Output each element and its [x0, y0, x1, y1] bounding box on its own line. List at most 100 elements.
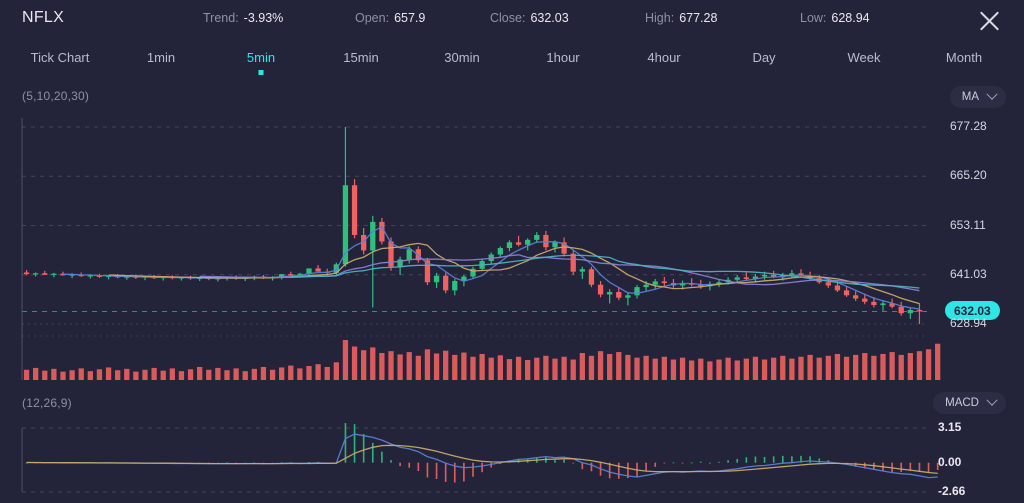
close-icon[interactable]: [974, 6, 1004, 36]
volume-bar: [233, 368, 239, 380]
candle: [916, 309, 923, 312]
stat-open-value: 657.9: [394, 11, 426, 25]
volume-bar: [260, 366, 267, 380]
candle: [898, 306, 904, 314]
candle: [652, 281, 658, 285]
volume-bar: [105, 367, 112, 380]
macd-hist-bar: [563, 459, 565, 463]
candle: [497, 248, 503, 255]
ma-indicator-button[interactable]: MA: [949, 86, 1006, 108]
volume-bar: [370, 347, 376, 380]
macd-hist-bar: [736, 458, 739, 463]
candle: [661, 281, 667, 284]
tab-30min[interactable]: 30min: [444, 50, 479, 65]
stat-close-label: Close:: [490, 11, 526, 25]
volume-bar: [853, 354, 859, 380]
volume-bar: [78, 368, 84, 380]
stat-low-label: Low:: [800, 11, 827, 25]
candle: [525, 239, 531, 245]
stat-high-label: High:: [645, 11, 675, 25]
volume-bar: [415, 355, 421, 380]
stat-close-value: 632.03: [530, 11, 569, 25]
ma-indicator-label: MA: [961, 91, 979, 103]
tab-week[interactable]: Week: [848, 50, 881, 65]
stat-close: Close: 632.03: [490, 11, 569, 25]
macd-hist-bar: [672, 462, 675, 464]
volume-bar: [807, 354, 813, 380]
volume-bar: [470, 356, 476, 380]
volume-bar: [206, 369, 212, 380]
tab-15min[interactable]: 15min: [343, 50, 378, 65]
macd-hist-bar: [608, 462, 611, 479]
volume-bar: [925, 349, 932, 380]
macd-hist-bar: [399, 462, 401, 467]
macd-hist-bar: [353, 424, 356, 463]
volume-bar: [689, 360, 695, 380]
header-bar: NFLX Trend: -3.93% Open: 657.9 Close: 632.0…: [0, 0, 1024, 40]
volume-bar: [670, 359, 677, 380]
macd-hist-bar: [745, 457, 748, 463]
macd-hist-bar: [690, 462, 693, 464]
volume-bar: [752, 356, 759, 380]
candle: [734, 277, 740, 280]
ma-params-label: (5,10,20,30): [22, 89, 90, 103]
volume-bar: [479, 353, 485, 380]
volume-bar: [269, 369, 276, 380]
volume-bar: [570, 359, 576, 380]
volume-bar: [789, 358, 795, 380]
volume-bar: [333, 362, 339, 380]
candle: [443, 275, 449, 291]
volume-bar: [661, 356, 667, 380]
candle: [515, 242, 522, 245]
volume-bar: [151, 367, 157, 380]
candle: [506, 242, 513, 249]
macd-tick-label: 3.15: [938, 420, 962, 434]
price-tick-label: 653.11: [950, 217, 986, 232]
stat-low-value: 628.94: [831, 11, 870, 25]
macd-hist-bar: [481, 462, 483, 473]
volume-bar: [525, 360, 531, 380]
candle: [761, 274, 768, 277]
macd-hist-bar: [390, 460, 392, 463]
tab-day[interactable]: Day: [752, 50, 775, 65]
volume-bar: [798, 356, 804, 380]
tab-4hour[interactable]: 4hour: [647, 50, 680, 65]
candle: [23, 272, 30, 275]
tab-1hour[interactable]: 1hour: [546, 50, 579, 65]
macd-hist-bar: [681, 462, 684, 464]
macd-hist-bar: [572, 462, 575, 464]
symbol-title: NFLX: [22, 9, 65, 26]
volume-bar: [133, 371, 139, 380]
volume-bar: [607, 353, 613, 380]
macd-indicator-button[interactable]: MACD: [933, 392, 1006, 414]
volume-bar: [379, 353, 385, 380]
volume-bar: [424, 349, 431, 380]
candle: [880, 303, 886, 306]
volume-bar: [60, 371, 66, 380]
volume-bar: [871, 355, 877, 380]
volume-bar: [643, 355, 649, 380]
volume-bar: [178, 371, 185, 380]
macd-tick-label: 0.00: [938, 454, 962, 469]
tab-tick-chart[interactable]: Tick Chart: [31, 50, 90, 65]
tab-1min[interactable]: 1min: [147, 50, 175, 65]
macd-hist-bar: [590, 462, 593, 472]
tab-5min[interactable]: 5min: [247, 50, 275, 65]
macd-hist-bar: [727, 460, 729, 463]
macd-chart[interactable]: [0, 420, 1024, 500]
volume-bar: [51, 368, 57, 380]
volume-bar: [251, 368, 257, 380]
volume-bar: [698, 358, 704, 380]
macd-hist-bar: [408, 462, 411, 468]
price-tick-label: 665.20: [950, 168, 987, 183]
price-chart[interactable]: [0, 112, 1024, 382]
macd-hist-bar: [699, 461, 702, 463]
macd-hist-bar: [718, 461, 720, 463]
candle: [315, 268, 321, 272]
volume-bar: [351, 346, 358, 380]
volume-bar: [597, 351, 604, 380]
candle: [543, 234, 549, 248]
macd-hist-bar: [663, 462, 666, 464]
tab-month[interactable]: Month: [946, 50, 982, 65]
volume-bar: [96, 369, 103, 380]
